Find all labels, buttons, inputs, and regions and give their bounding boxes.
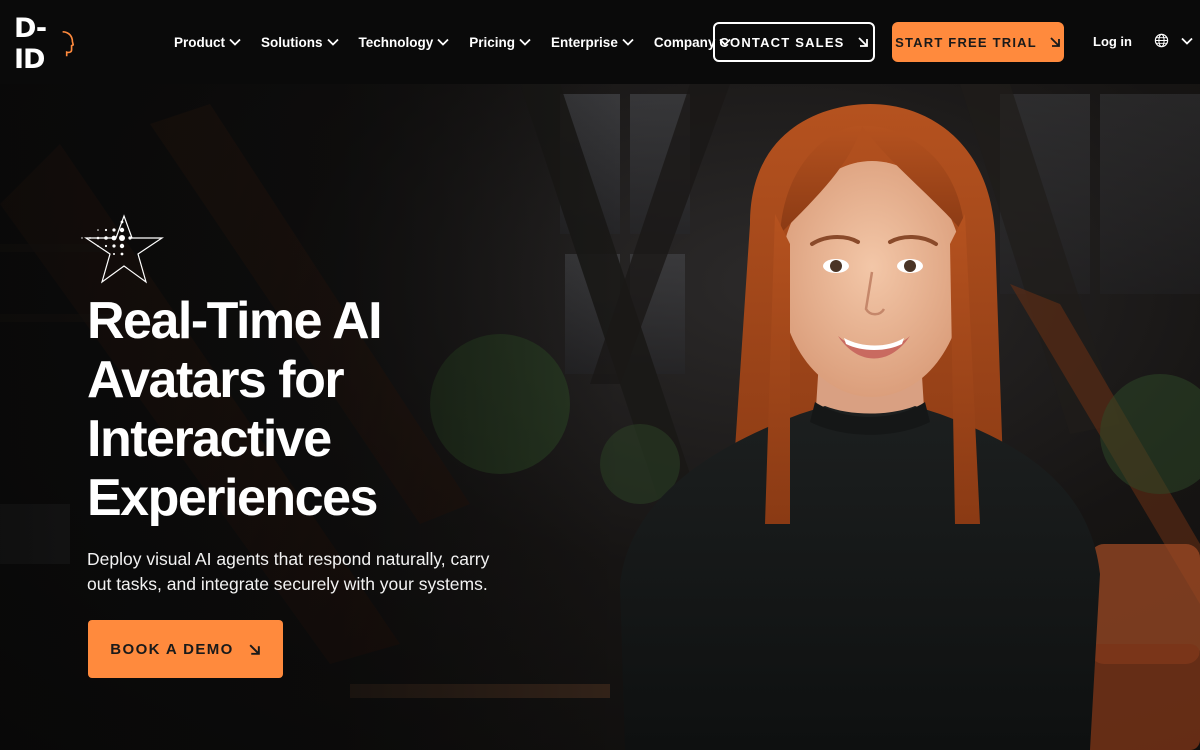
ai-avatar-image	[620, 104, 1100, 750]
main-nav: Product Solutions Technology Pricing Ent…	[174, 0, 751, 84]
nav-label: Product	[174, 34, 226, 50]
hero-title-line: Experiences	[87, 469, 378, 527]
start-free-trial-button[interactable]: START FREE TRIAL	[892, 22, 1064, 62]
globe-icon	[1154, 33, 1169, 48]
hero-title-line: Avatars for	[87, 351, 345, 409]
start-trial-label: START FREE TRIAL	[895, 34, 1037, 50]
nav-label: Enterprise	[551, 34, 618, 50]
chevron-down-icon	[1181, 37, 1193, 45]
site-header: D-ID Product Solutions Technology Pricin…	[0, 0, 1200, 84]
book-demo-button[interactable]: BOOK A DEMO	[88, 620, 283, 678]
hero-title: Real-Time AI Avatars for Interactive Exp…	[87, 292, 507, 528]
nav-label: Company	[653, 34, 716, 50]
sparkle-star-icon	[81, 214, 164, 284]
nav-product[interactable]: Product	[174, 35, 241, 50]
chevron-down-icon	[519, 38, 531, 46]
contact-sales-label: CONTACT SALES	[719, 34, 845, 50]
book-demo-label: BOOK A DEMO	[110, 640, 234, 658]
logo-head-icon	[62, 30, 74, 57]
login-link[interactable]: Log in	[1093, 34, 1132, 49]
contact-sales-button[interactable]: CONTACT SALES	[713, 22, 875, 62]
chevron-down-icon	[326, 38, 339, 46]
nav-pricing[interactable]: Pricing	[469, 35, 531, 50]
language-selector[interactable]	[1154, 33, 1193, 48]
chevron-down-icon	[622, 38, 634, 46]
nav-label: Solutions	[261, 34, 323, 50]
nav-enterprise[interactable]: Enterprise	[551, 35, 634, 50]
hero-title-line: Interactive	[87, 410, 332, 468]
arrow-down-right-icon	[249, 643, 260, 655]
nav-solutions[interactable]: Solutions	[261, 35, 339, 50]
d-id-logo[interactable]: D-ID	[14, 13, 74, 75]
hero-title-line: Real-Time AI	[87, 292, 383, 350]
nav-label: Pricing	[469, 34, 516, 50]
hero-subtitle: Deploy visual AI agents that respond nat…	[87, 549, 490, 594]
arrow-down-right-icon	[857, 37, 868, 47]
arrow-down-right-icon	[1050, 37, 1060, 47]
chevron-down-icon	[437, 38, 449, 46]
logo-text: D-ID	[14, 13, 47, 75]
nav-technology[interactable]: Technology	[359, 35, 450, 50]
nav-label: Technology	[358, 34, 434, 50]
chevron-down-icon	[229, 38, 241, 46]
